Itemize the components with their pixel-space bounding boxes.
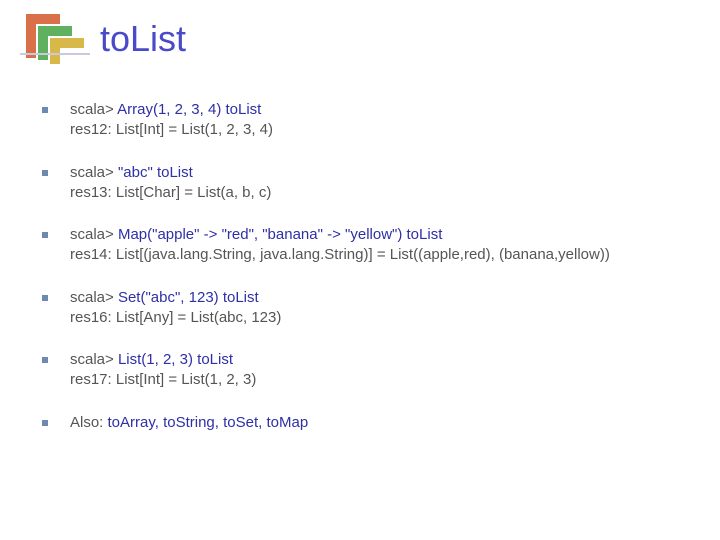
decoration-icon bbox=[20, 10, 90, 70]
slide: toList scala> Array(1, 2, 3, 4) toList r… bbox=[0, 0, 720, 540]
repl-prompt: scala> bbox=[70, 226, 114, 243]
list-item: scala> Set("abc", 123) toList res16: Lis… bbox=[42, 288, 680, 329]
repl-output: res14: List[(java.lang.String, java.lang… bbox=[70, 246, 610, 263]
bullet-icon bbox=[42, 420, 48, 426]
repl-output: res17: List[Int] = List(1, 2, 3) bbox=[70, 371, 256, 388]
list-item-also: Also: toArray, toString, toSet, toMap bbox=[42, 413, 680, 433]
code-expr: Set("abc", 123) toList bbox=[118, 289, 259, 306]
list-item: scala> List(1, 2, 3) toList res17: List[… bbox=[42, 350, 680, 391]
page-title: toList bbox=[100, 18, 186, 60]
list-item: scala> "abc" toList res13: List[Char] = … bbox=[42, 163, 680, 204]
repl-prompt: scala> bbox=[70, 101, 114, 118]
list-item: scala> Array(1, 2, 3, 4) toList res12: L… bbox=[42, 100, 680, 141]
code-expr: Array(1, 2, 3, 4) toList bbox=[114, 101, 262, 118]
content-region: scala> Array(1, 2, 3, 4) toList res12: L… bbox=[42, 100, 680, 455]
bullet-icon bbox=[42, 170, 48, 176]
also-label: Also: bbox=[70, 414, 108, 431]
repl-output: res16: List[Any] = List(abc, 123) bbox=[70, 309, 281, 326]
code-expr: List(1, 2, 3) toList bbox=[114, 351, 233, 368]
bullet-icon bbox=[42, 295, 48, 301]
repl-prompt: scala> bbox=[70, 289, 118, 306]
bullet-icon bbox=[42, 357, 48, 363]
repl-prompt: scala> bbox=[70, 164, 118, 181]
bullet-icon bbox=[42, 232, 48, 238]
repl-output: res13: List[Char] = List(a, b, c) bbox=[70, 184, 271, 201]
repl-output: res12: List[Int] = List(1, 2, 3, 4) bbox=[70, 121, 273, 138]
code-expr: "abc" toList bbox=[118, 164, 193, 181]
repl-prompt: scala> bbox=[70, 351, 114, 368]
list-item: scala> Map("apple" -> "red", "banana" ->… bbox=[42, 225, 680, 266]
bullet-icon bbox=[42, 107, 48, 113]
also-methods: toArray, toString, toSet, toMap bbox=[108, 414, 309, 431]
code-expr: Map("apple" -> "red", "banana" -> "yello… bbox=[114, 226, 443, 243]
